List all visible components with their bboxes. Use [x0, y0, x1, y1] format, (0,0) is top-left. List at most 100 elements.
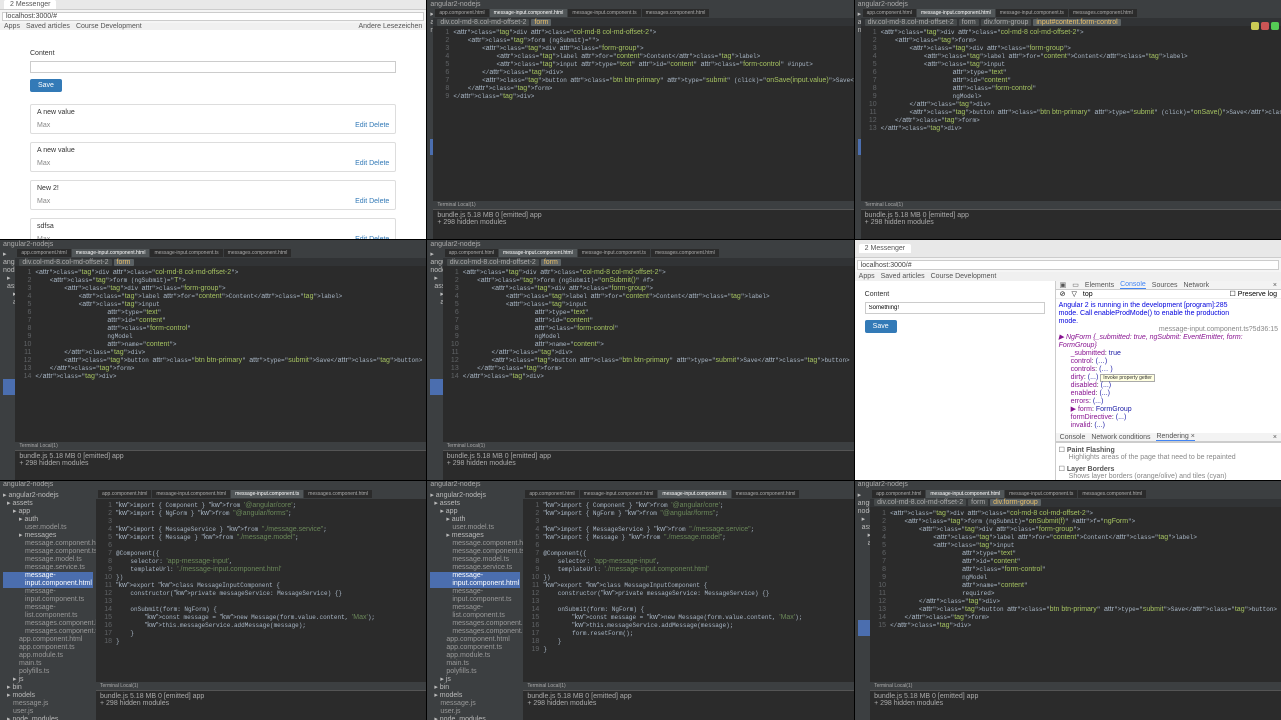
tree-file[interactable]: message.component.ts: [3, 355, 15, 363]
tree-file[interactable]: message-input.component.ts: [3, 588, 93, 604]
tree-file[interactable]: message.component.ts: [858, 596, 870, 604]
tree-file[interactable]: message.service.ts: [3, 371, 15, 379]
tree-file[interactable]: messages.component.ts: [430, 435, 442, 443]
editor-tab[interactable]: message-input.component.ts: [1005, 490, 1077, 498]
code-editor[interactable]: 1"kw">import { Component } "kw">from '@a…: [523, 499, 853, 682]
terminal[interactable]: bundle.js 5.18 MB 0 [emitted] app + 298 …: [433, 209, 853, 239]
tree-folder[interactable]: ▸ app: [430, 508, 520, 516]
tree-file[interactable]: messages.component.ts: [3, 628, 93, 636]
tree-folder[interactable]: ▸ node_modules: [430, 716, 520, 720]
tree-file[interactable]: main.ts: [858, 708, 870, 716]
tree-folder[interactable]: ▸ models: [430, 692, 520, 700]
browser-tab[interactable]: 2 Messenger: [859, 244, 911, 253]
close-icon[interactable]: ×: [1273, 282, 1277, 289]
message-actions[interactable]: Edit Delete: [355, 198, 389, 205]
tree-file[interactable]: main.ts: [430, 467, 442, 475]
tree-file[interactable]: polyfills.ts: [3, 668, 93, 676]
editor-tab[interactable]: message-input.component.html: [72, 249, 150, 257]
file-tree[interactable]: ▸ angular2-nodejs▸ assets▸ app▸ authuser…: [0, 248, 15, 479]
message-actions[interactable]: Edit Delete: [355, 122, 389, 129]
bookmark[interactable]: Apps: [4, 23, 20, 30]
tree-file[interactable]: polyfills.ts: [3, 475, 15, 479]
code-editor[interactable]: 1<attr">class="tag">div attr">class="col…: [443, 266, 854, 441]
tree-folder[interactable]: ▸ app: [3, 291, 13, 307]
code-editor[interactable]: 1<attr">class="tag">div attr">class="col…: [15, 266, 426, 441]
console-prop[interactable]: errors: (...): [1071, 398, 1278, 406]
editor-tab[interactable]: message-input.component.ts: [568, 9, 640, 17]
tree-folder[interactable]: ▸ app: [430, 291, 440, 307]
render-option[interactable]: ☐ Paint FlashingHighlights areas of the …: [1059, 446, 1278, 461]
content-input[interactable]: [30, 61, 396, 73]
tree-file[interactable]: main.ts: [430, 660, 520, 668]
file-tree[interactable]: ▸ angular2-nodejs▸ assets▸ app▸ authuser…: [427, 248, 442, 479]
editor-tab[interactable]: message-input.component.html: [499, 249, 577, 257]
editor-tab[interactable]: app.component.html: [98, 490, 151, 498]
editor-tab[interactable]: messages.component.html: [642, 9, 710, 17]
tree-file[interactable]: app.component.html: [430, 443, 442, 451]
tree-folder[interactable]: ▸ messages: [858, 572, 870, 588]
tree-file[interactable]: app.component.html: [3, 636, 93, 644]
tree-file[interactable]: message-list.component.ts: [858, 652, 870, 668]
tree-file[interactable]: message-input.component.ts: [430, 588, 520, 604]
tree-file[interactable]: user.model.ts: [858, 564, 870, 572]
tree-folder[interactable]: ▸ models: [3, 692, 93, 700]
tree-file[interactable]: app.module.ts: [430, 459, 442, 467]
tree-file[interactable]: messages.component.html: [3, 427, 15, 435]
editor-tab[interactable]: message-input.component.html: [490, 9, 568, 17]
code-editor[interactable]: 1<attr">class="tag">div attr">class="col…: [870, 507, 1281, 682]
tree-folder[interactable]: ▸ js: [3, 676, 93, 684]
editor-tab[interactable]: message-input.component.ts: [658, 490, 730, 498]
tree-file[interactable]: message-input.component.ts: [3, 395, 15, 411]
editor-tab[interactable]: message-input.component.html: [926, 490, 1004, 498]
tree-file[interactable]: message.component.html: [430, 347, 442, 355]
editor-tab[interactable]: messages.component.html: [732, 490, 800, 498]
tree-file[interactable]: polyfills.ts: [430, 668, 520, 676]
bookmark[interactable]: Course Development: [76, 23, 142, 30]
tree-file[interactable]: message.component.ts: [430, 548, 520, 556]
tree-folder[interactable]: ▸ js: [430, 676, 520, 684]
tree-file[interactable]: message.js: [3, 700, 93, 708]
tree-file[interactable]: message-input.component.html: [3, 379, 15, 395]
editor-tab[interactable]: message-input.component.ts: [996, 9, 1068, 17]
tree-file[interactable]: message.model.ts: [3, 556, 93, 564]
tree-file[interactable]: messages.component.html: [430, 427, 442, 435]
tree-file[interactable]: app.component.ts: [3, 451, 15, 459]
tree-folder[interactable]: ▸ app: [3, 508, 93, 516]
tree-file[interactable]: message-input.component.ts: [430, 395, 442, 411]
terminal[interactable]: bundle.js 5.18 MB 0 [emitted] app + 298 …: [443, 450, 854, 480]
tree-folder[interactable]: ▸ auth: [430, 516, 520, 524]
tree-file[interactable]: app.component.ts: [430, 451, 442, 459]
bookmark-right[interactable]: Andere Lesezeichen: [359, 23, 423, 30]
tree-file[interactable]: message-input.component.html: [430, 572, 520, 588]
tree-file[interactable]: polyfills.ts: [430, 475, 442, 479]
close-icon[interactable]: ×: [1273, 434, 1277, 441]
console-prop[interactable]: formDirective: (...): [1071, 414, 1278, 422]
editor-tab[interactable]: app.component.html: [435, 9, 488, 17]
tree-file[interactable]: message.service.ts: [430, 371, 442, 379]
tree-file[interactable]: message.component.ts: [3, 548, 93, 556]
bookmark[interactable]: Saved articles: [26, 23, 70, 30]
tree-file[interactable]: user.js: [430, 708, 520, 716]
browser-tab[interactable]: 2 Messenger: [4, 0, 56, 9]
tree-folder[interactable]: ▸ auth: [430, 307, 442, 323]
tree-file[interactable]: message.component.html: [858, 588, 870, 596]
code-editor[interactable]: 1<attr">class="tag">div attr">class="col…: [861, 26, 1281, 201]
tree-folder[interactable]: ▸ bin: [430, 684, 520, 692]
tree-file[interactable]: message-list.component.ts: [430, 604, 520, 620]
tree-folder[interactable]: ▸ assets: [858, 516, 867, 532]
tree-file[interactable]: user.js: [3, 708, 93, 716]
tree-file[interactable]: messages.component.html: [430, 620, 520, 628]
terminal[interactable]: bundle.js 5.18 MB 0 [emitted] app + 298 …: [861, 209, 1281, 239]
code-editor[interactable]: 1"kw">import { Component } "kw">from '@a…: [96, 499, 426, 682]
tree-file[interactable]: messages.component.ts: [858, 676, 870, 684]
tree-file[interactable]: message.model.ts: [430, 556, 520, 564]
console-prop[interactable]: dirty: (...) Invoke property getter: [1071, 374, 1278, 382]
tree-file[interactable]: message.component.html: [3, 540, 93, 548]
address-bar[interactable]: localhost:3000/#: [2, 12, 424, 21]
tree-file[interactable]: app.component.html: [3, 443, 15, 451]
tree-file[interactable]: message.js: [430, 700, 520, 708]
tree-file[interactable]: message.component.html: [3, 347, 15, 355]
file-tree[interactable]: ▸ angular2-nodejs▸ assets▸ app▸ authuser…: [427, 489, 523, 720]
tree-file[interactable]: user.model.ts: [430, 323, 442, 331]
file-tree[interactable]: ▸ angular2-nodejs▸ assets▸ app▸ authuser…: [855, 489, 870, 720]
